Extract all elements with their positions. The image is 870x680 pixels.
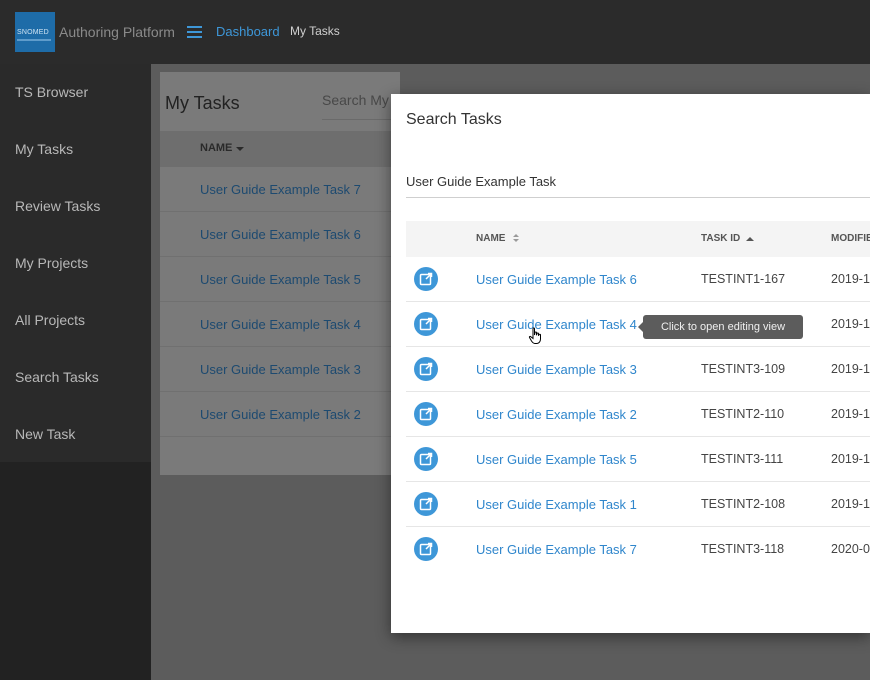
logo-text: SNOMED — [17, 29, 49, 36]
snomed-logo[interactable]: SNOMED — [15, 12, 55, 52]
task-name-link[interactable]: User Guide Example Task 4 — [476, 317, 637, 332]
task-id: TESTINT2-108 — [701, 497, 786, 511]
open-in-new-icon[interactable] — [414, 267, 438, 291]
open-in-new-icon[interactable] — [414, 492, 438, 516]
sort-asc-icon — [746, 237, 754, 241]
open-in-new-icon[interactable] — [414, 447, 438, 471]
open-in-new-icon[interactable] — [414, 312, 438, 336]
table-row: User Guide Example Task 6 — [160, 212, 400, 257]
my-tasks-table-header: NAME — [160, 131, 400, 167]
search-tasks-input[interactable] — [406, 166, 870, 198]
modal-title: Search Tasks — [406, 111, 502, 128]
task-modified: 2019-1 — [831, 452, 870, 466]
column-header-name[interactable]: NAME — [476, 233, 505, 244]
logo-underline — [17, 39, 51, 41]
task-id: TESTINT3-111 — [701, 452, 784, 466]
table-row: User Guide Example Task 1 TESTINT2-108 2… — [406, 482, 870, 527]
task-name-link[interactable]: User Guide Example Task 1 — [476, 497, 637, 512]
my-tasks-card: My Tasks Search My Tasks NAME User Guide… — [160, 72, 402, 475]
sidebar-item-review-tasks[interactable]: Review Tasks — [15, 198, 100, 214]
column-header-name[interactable]: NAME — [200, 142, 232, 154]
task-name-link[interactable]: User Guide Example Task 5 — [476, 452, 637, 467]
task-link[interactable]: User Guide Example Task 7 — [200, 182, 361, 197]
task-name-link[interactable]: User Guide Example Task 6 — [476, 272, 637, 287]
sidebar-item-my-tasks[interactable]: My Tasks — [15, 141, 73, 157]
column-header-task-id[interactable]: TASK ID — [701, 233, 740, 244]
sidebar: TS Browser My Tasks Review Tasks My Proj… — [0, 64, 151, 680]
sidebar-menu: TS Browser My Tasks Review Tasks My Proj… — [0, 64, 151, 462]
sidebar-item-search-tasks[interactable]: Search Tasks — [15, 369, 99, 385]
open-in-new-icon[interactable] — [414, 537, 438, 561]
task-link[interactable]: User Guide Example Task 2 — [200, 407, 361, 422]
task-modified: 2019-1 — [831, 362, 870, 376]
task-link[interactable]: User Guide Example Task 5 — [200, 272, 361, 287]
my-tasks-search-input[interactable]: Search My Tasks — [322, 92, 402, 120]
table-row: User Guide Example Task 3 TESTINT3-109 2… — [406, 347, 870, 392]
results-table-header: NAME TASK ID MODIFIED — [406, 221, 870, 257]
task-id: TESTINT3-118 — [701, 542, 785, 556]
table-row: User Guide Example Task 5 — [160, 257, 400, 302]
task-name-link[interactable]: User Guide Example Task 2 — [476, 407, 637, 422]
hamburger-menu-icon[interactable] — [187, 26, 202, 38]
task-modified: 2019-1 — [831, 272, 870, 286]
column-header-modified[interactable]: MODIFIED — [831, 233, 870, 244]
task-id: TESTINT1-167 — [701, 272, 786, 286]
sort-desc-icon — [236, 147, 244, 151]
table-row: User Guide Example Task 4 — [160, 302, 400, 347]
task-id: TESTINT3-109 — [701, 362, 786, 376]
task-name-link[interactable]: User Guide Example Task 7 — [476, 542, 637, 557]
table-row: User Guide Example Task 3 — [160, 347, 400, 392]
table-row: User Guide Example Task 5 TESTINT3-111 2… — [406, 437, 870, 482]
task-id: TESTINT2-110 — [701, 407, 785, 421]
task-link[interactable]: User Guide Example Task 3 — [200, 362, 361, 377]
sidebar-item-new-task[interactable]: New Task — [15, 426, 75, 442]
breadcrumb-current: My Tasks — [290, 24, 340, 38]
open-in-new-icon[interactable] — [414, 357, 438, 381]
task-modified: 2019-1 — [831, 407, 870, 421]
task-modified: 2019-1 — [831, 497, 870, 511]
table-row: User Guide Example Task 6 TESTINT1-167 2… — [406, 257, 870, 302]
table-row: User Guide Example Task 7 TESTINT3-118 2… — [406, 527, 870, 572]
table-row: User Guide Example Task 7 — [160, 167, 400, 212]
task-link[interactable]: User Guide Example Task 4 — [200, 317, 361, 332]
search-tasks-modal: Search Tasks NAME TASK ID MODIFIED User … — [391, 94, 870, 633]
task-name-link[interactable]: User Guide Example Task 3 — [476, 362, 637, 377]
open-editing-tooltip: Click to open editing view — [638, 315, 803, 339]
table-row: User Guide Example Task 2 TESTINT2-110 2… — [406, 392, 870, 437]
task-link[interactable]: User Guide Example Task 6 — [200, 227, 361, 242]
sidebar-item-ts-browser[interactable]: TS Browser — [15, 84, 88, 100]
sort-unsorted-icon — [513, 234, 519, 243]
top-header: SNOMED Authoring Platform Dashboard My T… — [0, 0, 870, 64]
hand-pointer-icon — [528, 327, 544, 345]
task-modified: 2020-0 — [831, 542, 870, 556]
table-row: User Guide Example Task 2 — [160, 392, 400, 437]
task-modified: 2019-1 — [831, 317, 870, 331]
sidebar-item-my-projects[interactable]: My Projects — [15, 255, 88, 271]
breadcrumb-dashboard[interactable]: Dashboard — [216, 24, 280, 39]
app-title: Authoring Platform — [59, 24, 175, 40]
my-tasks-title: My Tasks — [165, 93, 240, 113]
open-in-new-icon[interactable] — [414, 402, 438, 426]
sidebar-item-all-projects[interactable]: All Projects — [15, 312, 85, 328]
